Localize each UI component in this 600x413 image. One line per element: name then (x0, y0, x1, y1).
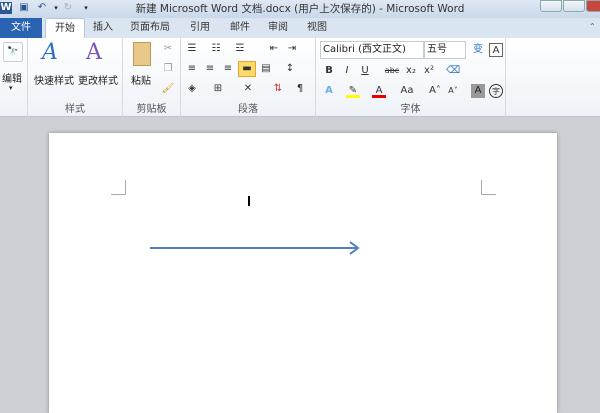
cut-icon[interactable]: ✂ (161, 42, 175, 56)
phonetic-guide-icon[interactable]: 变 (471, 43, 485, 57)
italic-button[interactable]: I (340, 64, 354, 78)
margin-corner-mark (111, 180, 126, 195)
bold-button[interactable]: B (322, 64, 336, 78)
justify-icon[interactable]: ▬ (238, 61, 256, 77)
collapse-ribbon-icon[interactable]: ⌃ (589, 22, 596, 31)
tab-references[interactable]: 引用 (185, 18, 215, 38)
clear-formatting-icon[interactable]: ⌫ (446, 64, 460, 78)
increase-indent-icon[interactable]: ⇥ (285, 42, 299, 56)
strikethrough-button[interactable]: abc (382, 64, 402, 78)
tab-page-layout[interactable]: 页面布局 (125, 18, 175, 38)
align-right-icon[interactable]: ≡ (221, 62, 235, 76)
copy-icon[interactable]: ❐ (161, 62, 175, 76)
clipboard-group: 粘贴 ✂ ❐ 🖌 剪贴板 (123, 38, 181, 117)
format-painter-icon[interactable]: 🖌 (161, 82, 175, 96)
tab-insert[interactable]: 插入 (88, 18, 118, 38)
close-button[interactable] (586, 0, 600, 12)
borders-icon[interactable]: ⊞ (211, 82, 225, 96)
font-color-button[interactable]: A (372, 84, 386, 98)
tab-home[interactable]: 开始 (45, 18, 85, 38)
quick-styles-icon[interactable]: A (42, 40, 58, 65)
change-styles-button[interactable]: 更改样式 (78, 72, 118, 87)
distributed-icon[interactable]: ▤ (259, 62, 273, 76)
character-border-icon[interactable]: A (489, 43, 503, 57)
ribbon-tabs: 文件 开始 插入 页面布局 引用 邮件 审阅 视图 ⌃ (0, 18, 600, 38)
paragraph-group: ☰ ☷ ☲ ⇤ ⇥ ≡ ≡ ≡ ▬ ▤ ↕ ◈ ⊞ ✕ ⇅ ¶ 段落 (181, 38, 316, 117)
document-page[interactable] (49, 133, 557, 413)
maximize-button[interactable] (563, 0, 585, 12)
superscript-button[interactable]: x² (422, 64, 436, 78)
styles-group: A A 快速样式 更改样式 样式 (28, 38, 123, 117)
styles-group-label: 样式 (65, 104, 85, 115)
decrease-indent-icon[interactable]: ⇤ (267, 42, 281, 56)
tab-mailings[interactable]: 邮件 (225, 18, 255, 38)
paste-button[interactable]: 粘贴 (131, 72, 151, 87)
bullets-icon[interactable]: ☰ (185, 42, 199, 56)
window-title: 新建 Microsoft Word 文档.docx (用户上次保存的) - Mi… (135, 3, 465, 15)
clipboard-group-label: 剪贴板 (136, 104, 167, 115)
minimize-button[interactable] (540, 0, 562, 12)
change-styles-icon[interactable]: A (86, 40, 102, 65)
text-effects-icon[interactable]: A (322, 84, 336, 98)
subscript-button[interactable]: x₂ (404, 64, 418, 78)
shading-icon[interactable]: ◈ (185, 82, 199, 96)
enclose-characters-button[interactable]: 字 (489, 84, 503, 98)
editing-dropdown-icon[interactable]: ▾ (9, 84, 13, 92)
align-left-icon[interactable]: ≡ (185, 62, 199, 76)
find-icon[interactable]: 🔭 (3, 42, 23, 62)
shrink-font-button[interactable]: A˅ (446, 84, 460, 98)
change-case-button[interactable]: Aa (398, 84, 416, 98)
grow-font-button[interactable]: A˄ (428, 84, 442, 98)
text-cursor (248, 196, 250, 206)
sort-icon[interactable]: ⇅ (271, 82, 285, 96)
editing-group: 🔭 编辑 ▾ (0, 38, 28, 117)
paste-icon[interactable] (133, 42, 151, 66)
paragraph-group-label: 段落 (238, 104, 258, 115)
tab-file[interactable]: 文件 (0, 18, 42, 38)
font-group: Calibri (西文正文) 五号 变 A B I U abc x₂ x² ⌫ … (316, 38, 506, 117)
align-center-icon[interactable]: ≡ (203, 62, 217, 76)
font-name-combo[interactable]: Calibri (西文正文) (320, 41, 424, 59)
arrow-shape[interactable] (144, 238, 369, 258)
highlight-icon[interactable]: ✎ (346, 84, 360, 98)
character-shading-button[interactable]: A (471, 84, 485, 98)
chinese-layout-icon[interactable]: ✕ (241, 82, 255, 96)
underline-button[interactable]: U (358, 64, 372, 78)
multilevel-list-icon[interactable]: ☲ (233, 42, 247, 56)
font-group-label: 字体 (400, 104, 421, 115)
numbering-icon[interactable]: ☷ (209, 42, 223, 56)
ribbon: 🔭 编辑 ▾ A A 快速样式 更改样式 样式 粘贴 ✂ ❐ 🖌 剪贴板 ☰ ☷… (0, 38, 600, 117)
line-spacing-icon[interactable]: ↕ (283, 62, 297, 76)
title-bar: W ▣ ↶ ▾ ↻ ▾ 新建 Microsoft Word 文档.docx (用… (0, 0, 600, 18)
tab-review[interactable]: 审阅 (263, 18, 293, 38)
margin-corner-mark (481, 180, 496, 195)
quick-styles-button[interactable]: 快速样式 (34, 72, 74, 87)
editing-button[interactable]: 编辑 (2, 70, 22, 85)
show-marks-icon[interactable]: ¶ (293, 82, 307, 96)
tab-view[interactable]: 视图 (302, 18, 332, 38)
font-size-combo[interactable]: 五号 (424, 41, 466, 59)
